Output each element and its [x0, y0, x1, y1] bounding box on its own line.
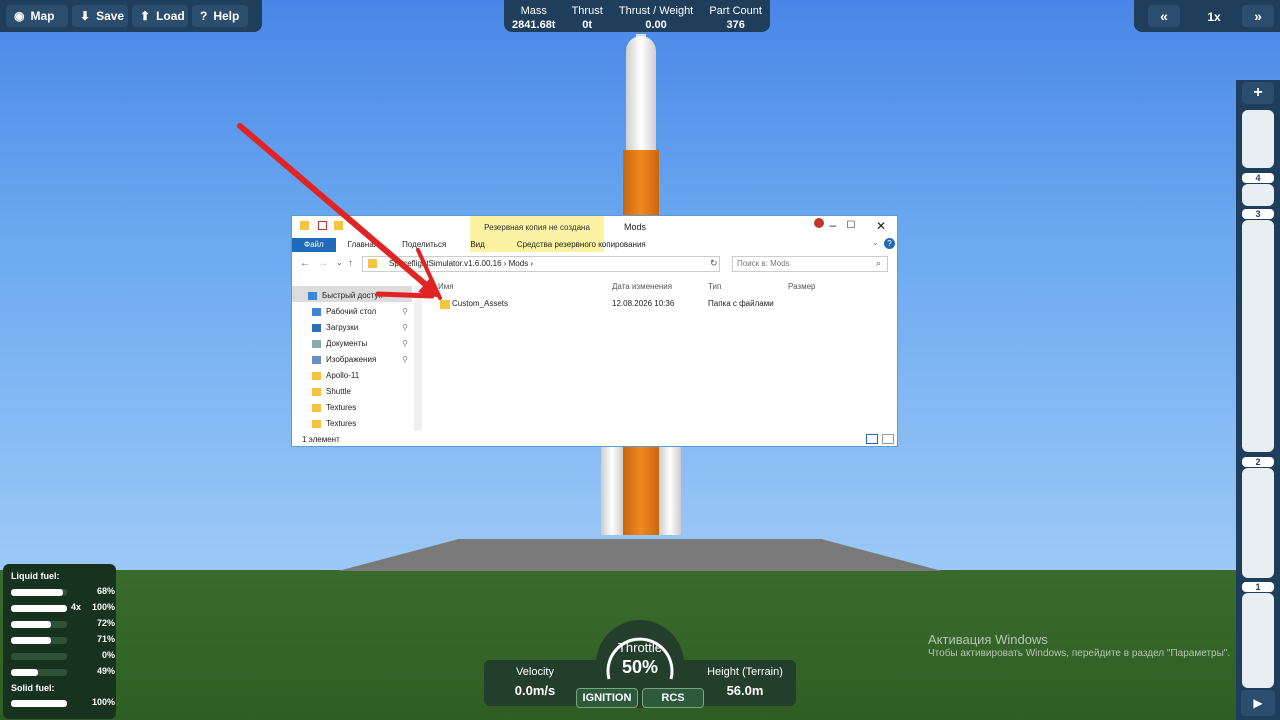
annotation-arrows	[237, 123, 442, 300]
arrow-line-main	[237, 123, 435, 293]
arrow-line-secondary	[375, 291, 435, 299]
